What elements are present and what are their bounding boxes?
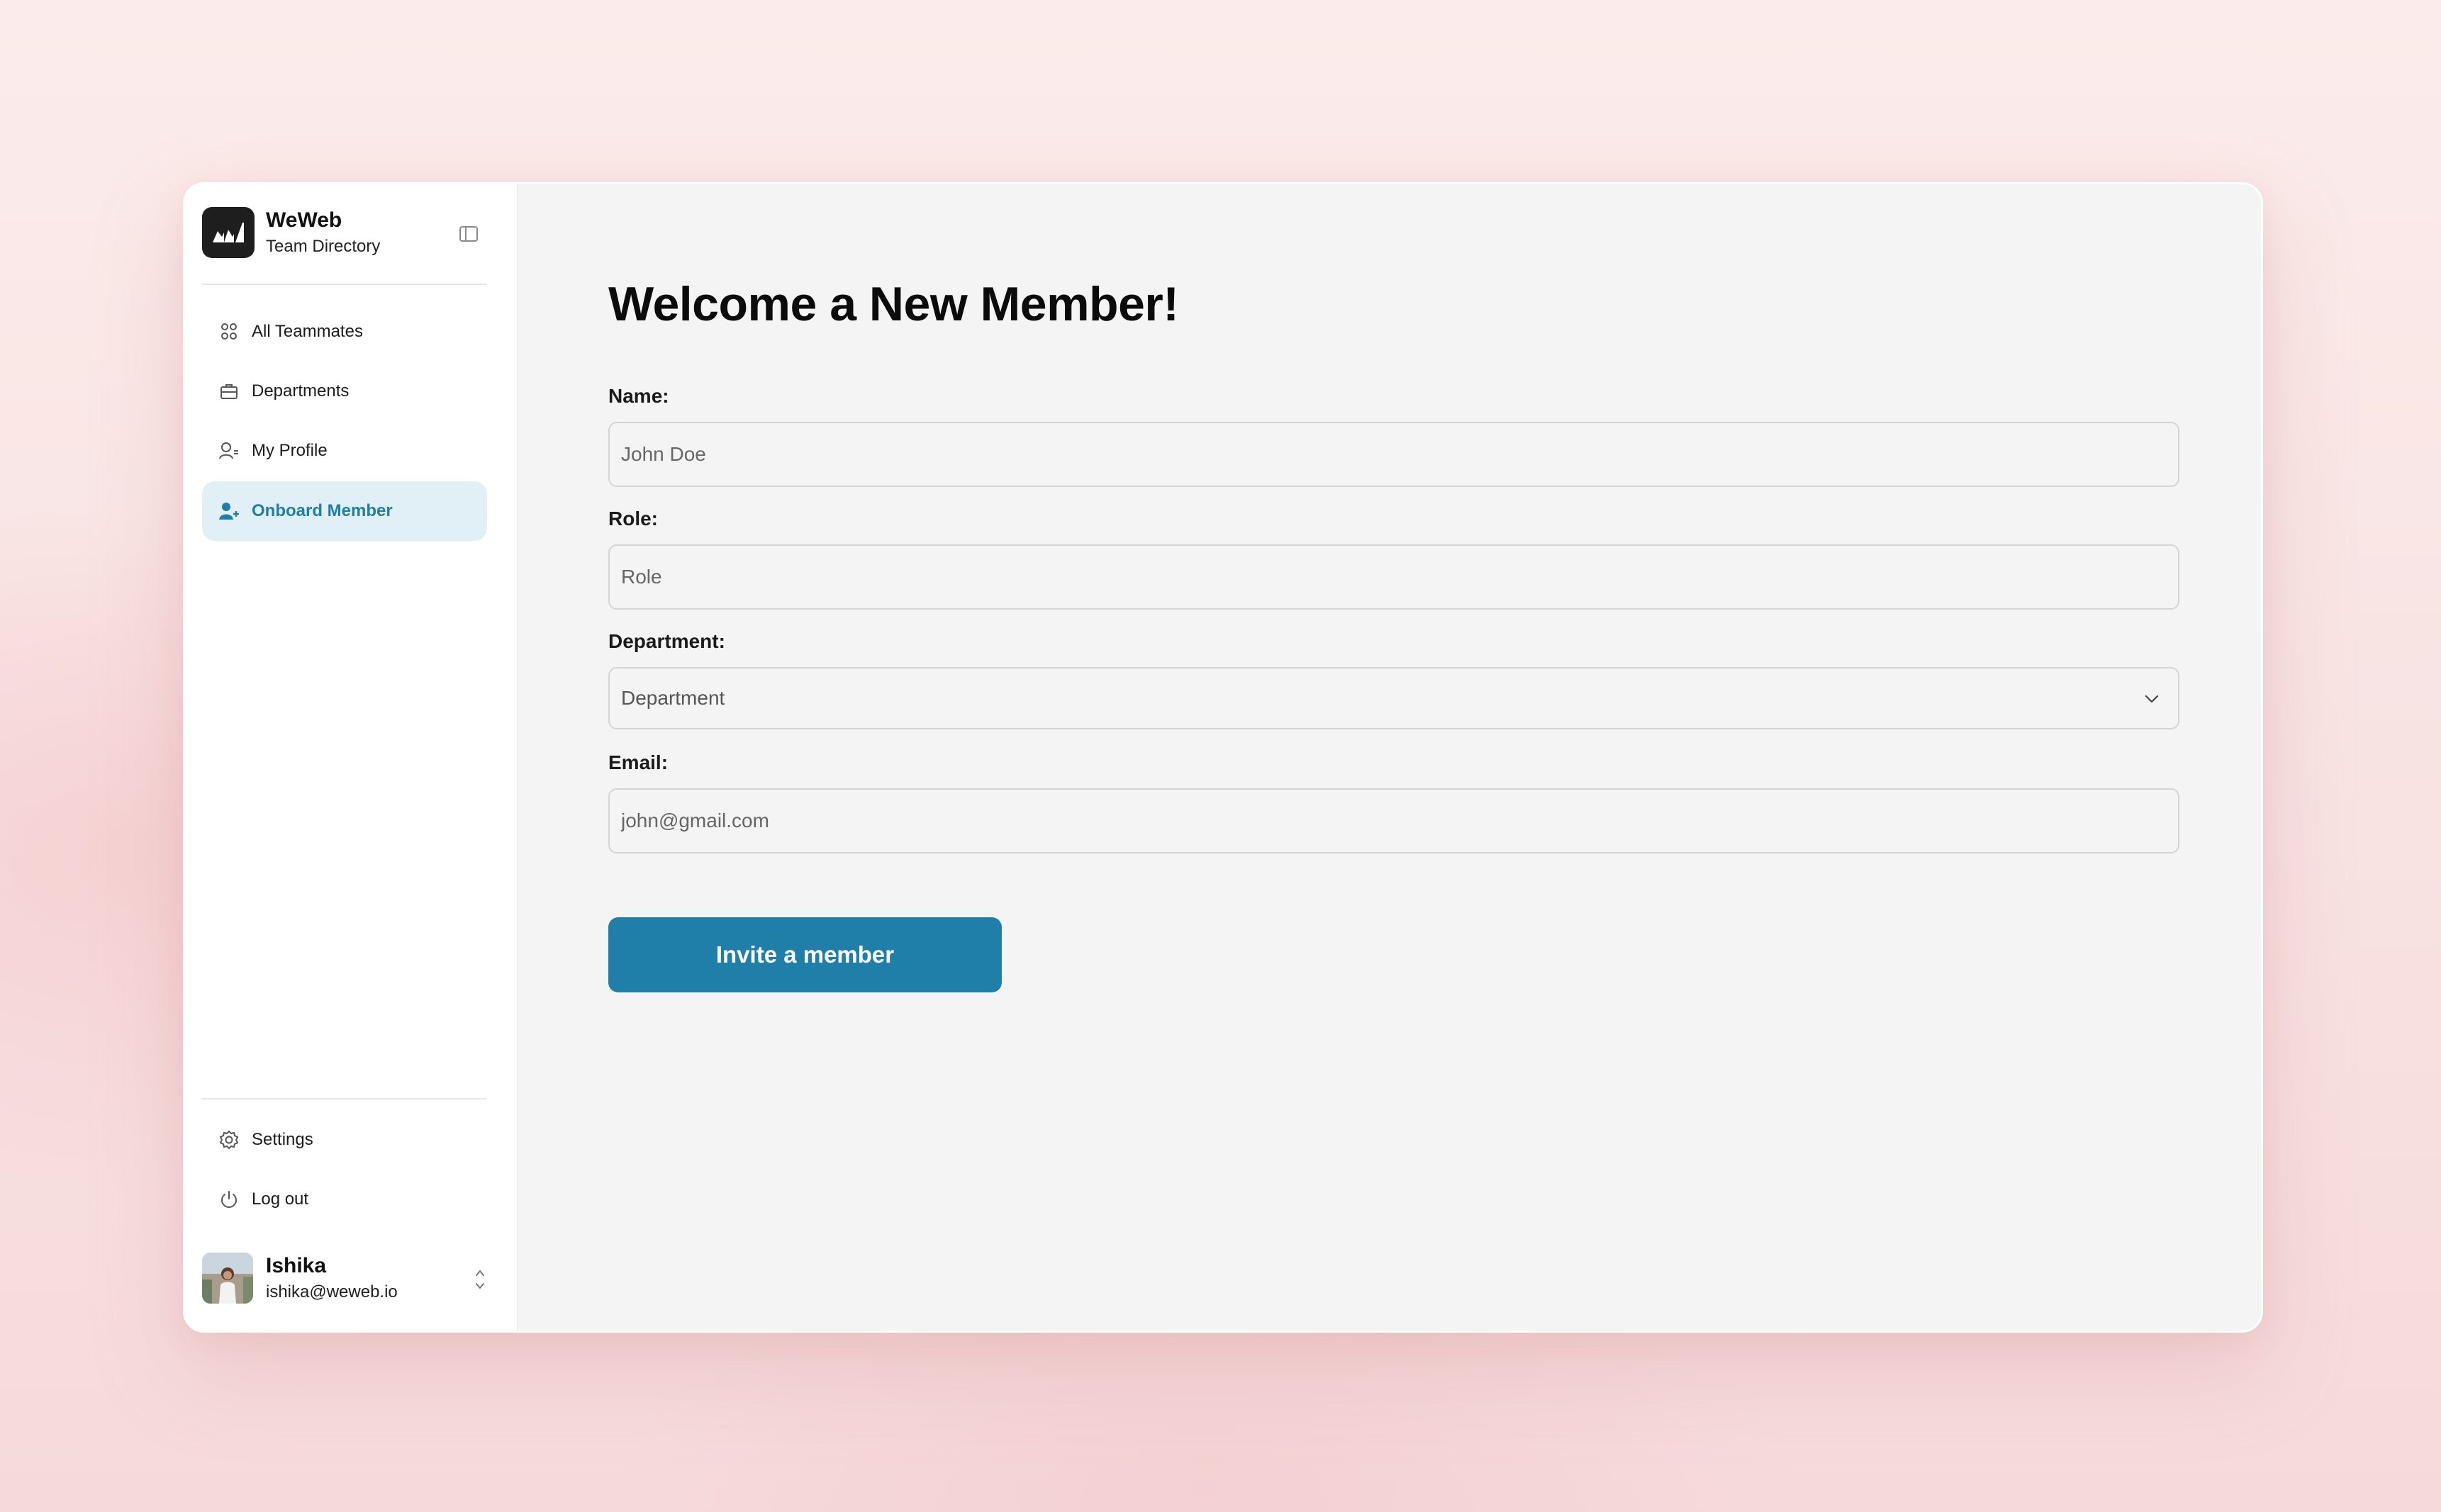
department-label: Department: [608,630,725,652]
power-icon [218,1188,240,1211]
sidebar-item-label: My Profile [252,441,328,460]
email-label: Email: [608,751,669,773]
app-window: WeWeb Team Directory All Teammates Depar… [183,182,2263,1333]
user-profile-icon [218,439,240,462]
user-email: ishika@weweb.io [266,1282,398,1301]
role-input[interactable] [608,544,2179,610]
sidebar-item-settings[interactable]: Settings [202,1110,487,1170]
sidebar-divider [202,1098,487,1099]
department-select[interactable]: Department [608,667,2179,729]
brand-subtitle: Team Directory [266,237,381,256]
sidebar-item-label: Settings [252,1130,313,1149]
gear-icon [218,1129,240,1151]
sidebar-item-onboard-member[interactable]: Onboard Member [202,481,487,541]
invite-member-button[interactable]: Invite a member [608,917,1002,992]
sidebar-item-label: Onboard Member [252,501,393,520]
brand-header: WeWeb Team Directory [202,207,487,259]
sidebar-divider [202,284,487,285]
sidebar: WeWeb Team Directory All Teammates Depar… [185,184,518,1331]
page-title: Welcome a New Member! [608,277,1179,331]
name-input[interactable] [608,422,2179,487]
sidebar-item-all-teammates[interactable]: All Teammates [202,302,487,362]
sidebar-item-departments[interactable]: Departments [202,362,487,421]
name-label: Name: [608,385,669,407]
sidebar-toggle-icon[interactable] [457,223,480,245]
chevron-down-icon [2141,688,2162,710]
briefcase-icon [218,380,240,403]
sidebar-item-my-profile[interactable]: My Profile [202,421,487,481]
sidebar-item-logout[interactable]: Log out [202,1170,487,1229]
main-content: Welcome a New Member! Name: Role: Depart… [518,184,2261,1331]
users-grid-icon [218,320,240,343]
brand-name: WeWeb [266,208,342,232]
user-name: Ishika [266,1254,327,1277]
sidebar-item-label: Departments [252,381,350,401]
sidebar-item-label: Log out [252,1189,309,1209]
weweb-logo [202,207,255,258]
avatar [202,1253,253,1304]
sidebar-item-label: All Teammates [252,322,363,341]
department-select-value: Department [621,687,725,709]
email-input[interactable] [608,788,2179,853]
user-card[interactable]: Ishika ishika@weweb.io [202,1253,487,1306]
chevron-up-down-icon[interactable] [469,1265,491,1294]
role-label: Role: [608,508,658,530]
user-add-icon [218,500,240,522]
